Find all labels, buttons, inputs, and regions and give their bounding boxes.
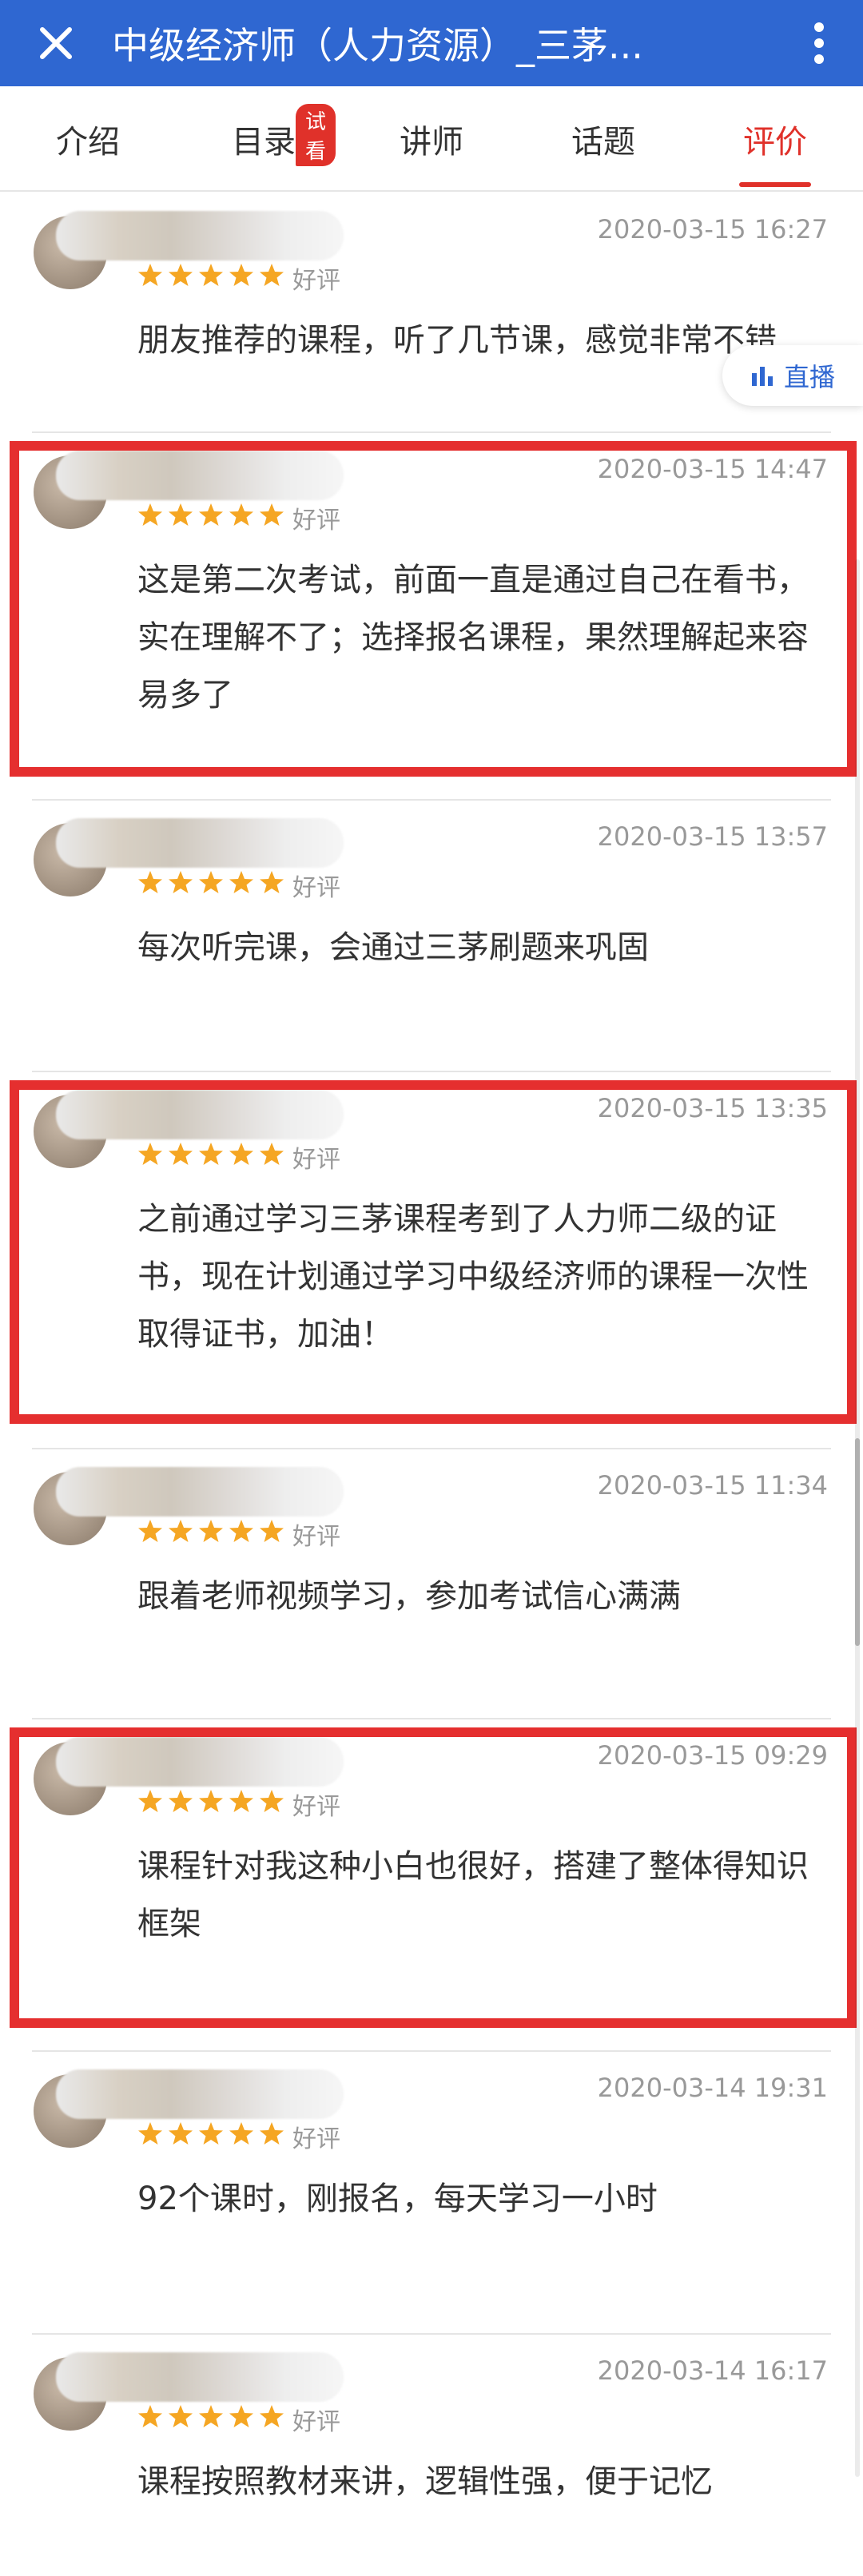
- review-time: 2020-03-15 13:57: [597, 821, 828, 852]
- review-item: 2020-03-15 11:34 好评跟着老师视频学习，参加考试信心满满: [0, 1448, 863, 1718]
- star-icon: [138, 2122, 162, 2145]
- username-blurred: [56, 211, 344, 260]
- star-icon: [169, 264, 193, 286]
- tab-intro[interactable]: 介绍: [32, 86, 144, 192]
- rating-stars: [137, 1518, 284, 1544]
- page-title: 中级经济师（人力资源）_三茅...: [112, 24, 643, 67]
- review-divider: [32, 1071, 831, 1072]
- username-blurred: [56, 818, 344, 868]
- star-icon: [199, 871, 223, 893]
- live-button[interactable]: 直播: [722, 345, 863, 406]
- review-time: 2020-03-15 11:34: [597, 1470, 828, 1501]
- review-item: 2020-03-15 09:29 好评 课程针对我这种小白也很好，搭建了整体得知识框…: [0, 1718, 863, 2050]
- review-time: 2020-03-14 19:31: [597, 2073, 828, 2103]
- tab-label: 介绍: [56, 124, 120, 161]
- star-icon: [169, 871, 193, 893]
- tab-label: 评价: [743, 124, 807, 161]
- close-icon: [40, 27, 72, 59]
- review-item: 2020-03-15 14:47 好评 这是第二次考试，前面一直是通过自己在看书，实…: [0, 431, 863, 799]
- star-icon: [229, 1520, 253, 1542]
- live-button-label: 直播: [783, 362, 835, 392]
- app-bar: 中级经济师（人力资源）_三茅...: [0, 0, 863, 86]
- rating-stars: [137, 2403, 284, 2429]
- username-blurred: [56, 1467, 344, 1517]
- tab-lecturer[interactable]: 讲师: [376, 86, 487, 192]
- star-icon: [138, 264, 162, 286]
- review-text: 92个课时，刚报名，每天学习一小时: [137, 2180, 658, 2217]
- tab-label: 话题: [571, 124, 635, 161]
- star-icon: [138, 1520, 162, 1542]
- star-icon: [260, 1520, 284, 1542]
- tab-label: 讲师: [400, 124, 463, 161]
- review-item: 2020-03-14 16:17 好评课程按照教材来讲，逻辑性强，便于记忆: [0, 2333, 863, 2576]
- rating-label: 好评: [292, 267, 340, 295]
- review-time: 2020-03-15 16:27: [597, 214, 828, 244]
- star-icon: [199, 264, 223, 286]
- review-time: 2020-03-14 16:17: [597, 2355, 828, 2386]
- star-icon: [229, 2122, 253, 2145]
- star-icon: [199, 2405, 223, 2427]
- highlight-frame: [10, 1727, 857, 2028]
- rating-stars: [137, 2121, 284, 2146]
- rating-stars: [137, 262, 284, 288]
- star-icon: [138, 871, 162, 893]
- star-icon: [260, 2405, 284, 2427]
- review-text: 跟着老师视频学习，参加考试信心满满: [137, 1578, 681, 1615]
- scrollbar-thumb[interactable]: [855, 1438, 860, 1646]
- review-item: 2020-03-15 13:57 好评每次听完课，会通过三茅刷题来巩固: [0, 799, 863, 1071]
- star-icon: [199, 2122, 223, 2145]
- tab-reviews[interactable]: 评价: [719, 86, 831, 192]
- bar-chart-icon: [751, 367, 773, 386]
- star-icon: [229, 2405, 253, 2427]
- rating-label: 好评: [292, 2408, 340, 2436]
- star-icon: [169, 2405, 193, 2427]
- highlight-frame: [10, 441, 857, 777]
- review-divider: [32, 1448, 831, 1449]
- rating-label: 好评: [292, 1523, 340, 1551]
- rating-stars: [137, 869, 284, 895]
- trial-badge: 试看: [296, 104, 336, 166]
- highlight-frame: [10, 1080, 857, 1424]
- tab-topics[interactable]: 话题: [547, 86, 659, 192]
- review-item: 2020-03-14 19:31 好评 92个课时，刚报名，每天学习一小时: [0, 2050, 863, 2333]
- tab-catalog[interactable]: 目录 试看: [200, 86, 336, 192]
- star-icon: [260, 2122, 284, 2145]
- review-item: 2020-03-15 13:35 好评 之前通过学习三茅课程考到了人力师二级的证书，…: [0, 1071, 863, 1446]
- star-icon: [260, 871, 284, 893]
- star-icon: [169, 1520, 193, 1542]
- star-icon: [138, 2405, 162, 2427]
- rating-label: 好评: [292, 2125, 340, 2153]
- close-button[interactable]: [0, 0, 112, 86]
- review-divider: [32, 2050, 831, 2052]
- username-blurred: [56, 2069, 344, 2119]
- review-text: 每次听完课，会通过三茅刷题来巩固: [137, 929, 649, 966]
- more-vertical-icon: [814, 22, 824, 64]
- star-icon: [169, 2122, 193, 2145]
- review-divider: [32, 431, 831, 433]
- review-text: 课程按照教材来讲，逻辑性强，便于记忆: [137, 2463, 713, 2500]
- review-divider: [32, 2333, 831, 2335]
- review-divider: [32, 799, 831, 801]
- active-tab-indicator: [739, 182, 811, 187]
- star-icon: [229, 871, 253, 893]
- rating-label: 好评: [292, 874, 340, 902]
- star-icon: [199, 1520, 223, 1542]
- username-blurred: [56, 2352, 344, 2402]
- star-icon: [229, 264, 253, 286]
- review-divider: [32, 1718, 831, 1719]
- tab-label: 目录: [232, 124, 296, 161]
- star-icon: [260, 264, 284, 286]
- more-button[interactable]: [775, 0, 863, 86]
- tab-bar: 介绍 目录 试看 讲师 话题 评价: [0, 86, 863, 192]
